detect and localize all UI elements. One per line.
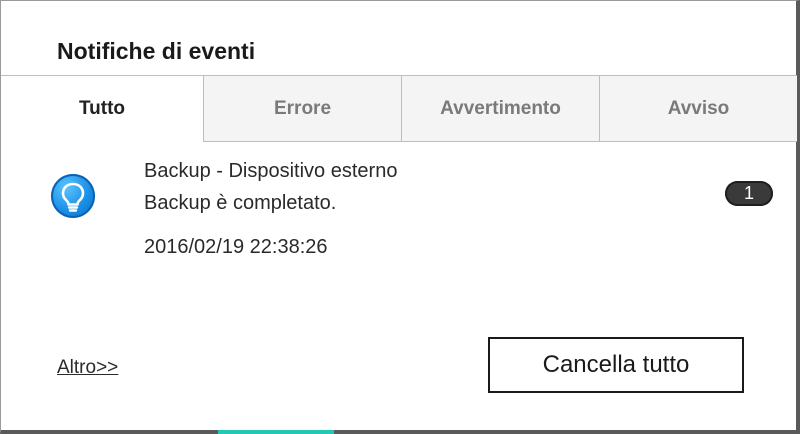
event-count-badge: 1 xyxy=(725,181,773,206)
event-timestamp: 2016/02/19 22:38:26 xyxy=(144,236,328,258)
tab-bar: Tutto Errore Avvertimento Avviso xyxy=(1,76,797,142)
clear-all-button[interactable]: Cancella tutto xyxy=(488,337,744,393)
dialog-title: Notifiche di eventi xyxy=(57,38,256,64)
tab-all[interactable]: Tutto xyxy=(1,76,203,142)
tab-error[interactable]: Errore xyxy=(203,76,401,142)
tab-notice[interactable]: Avviso xyxy=(599,76,797,142)
lightbulb-icon xyxy=(51,174,95,218)
event-notifications-dialog: Notifiche di eventi Tutto Errore Avverti… xyxy=(0,0,800,434)
event-message: Backup è completato. xyxy=(144,192,337,214)
bottom-accent-bar xyxy=(218,430,334,434)
tab-warning[interactable]: Avvertimento xyxy=(401,76,599,142)
event-source: Backup - Dispositivo esterno xyxy=(144,160,398,182)
more-link[interactable]: Altro>> xyxy=(57,357,118,379)
